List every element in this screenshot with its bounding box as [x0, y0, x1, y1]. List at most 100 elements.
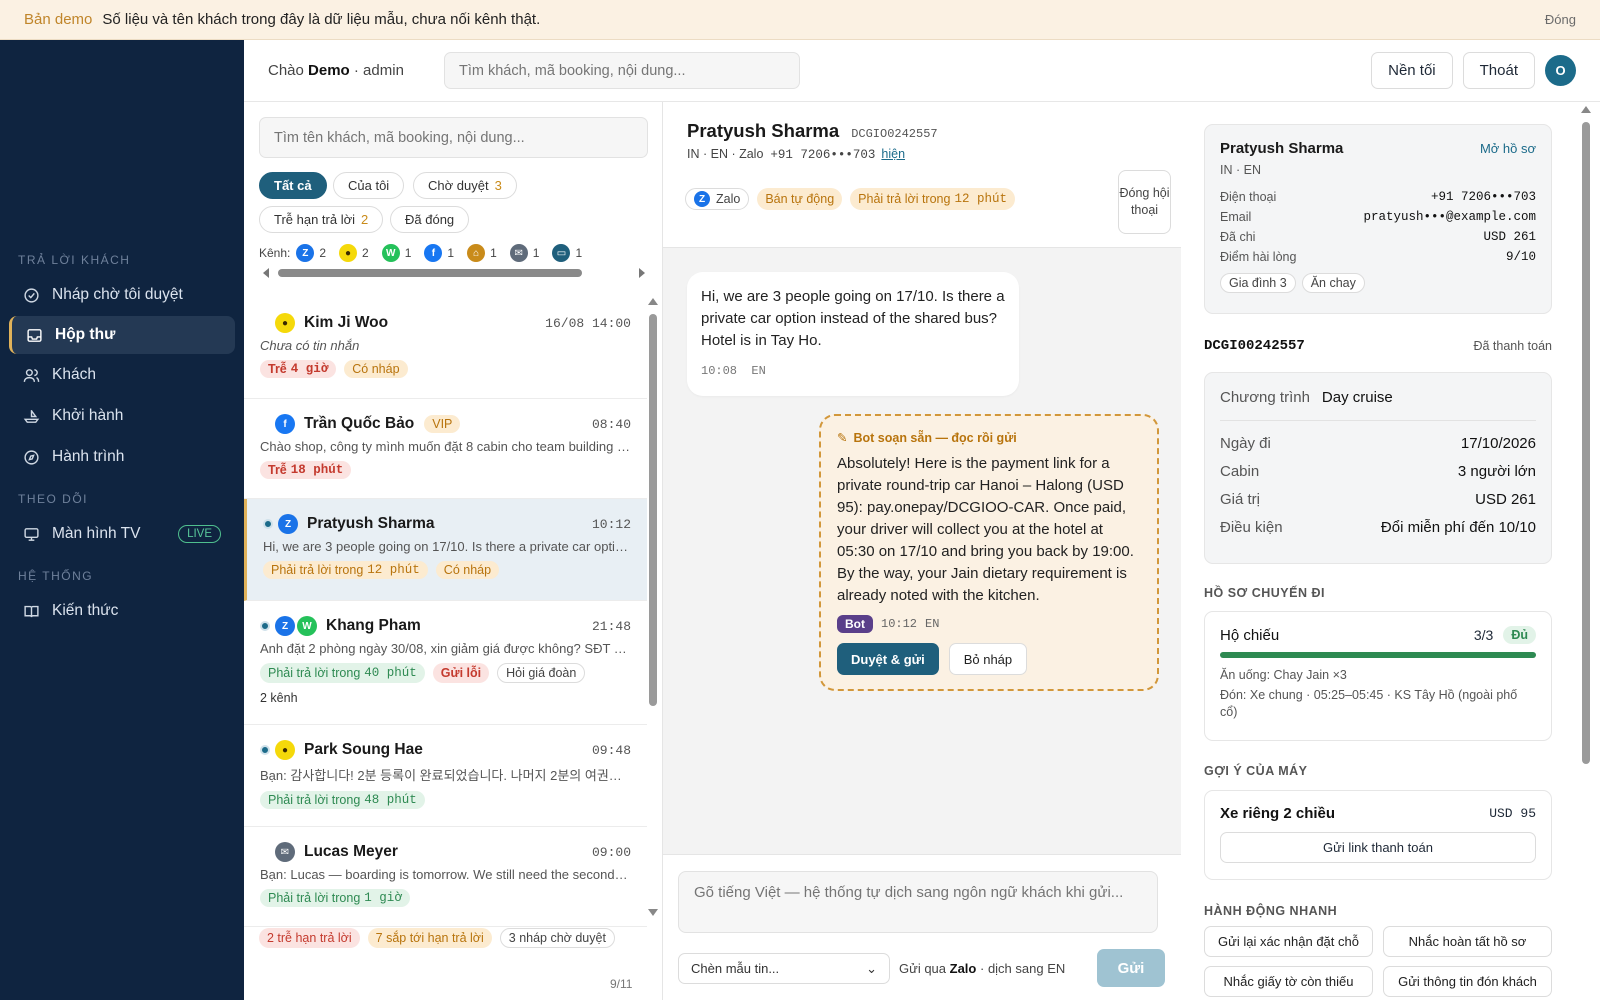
- quick-actions-title: HÀNH ĐỘNG NHANH: [1204, 904, 1338, 918]
- sidebar-item-customers[interactable]: Khách: [9, 356, 235, 394]
- demo-message: Số liệu và tên khách trong đây là dữ liệ…: [102, 11, 541, 28]
- channel-filter-web[interactable]: ▭ 1: [552, 244, 582, 262]
- discard-draft-button[interactable]: Bỏ nháp: [948, 643, 1028, 675]
- filter-all[interactable]: Tất cả: [259, 172, 327, 199]
- profile-fields: Điện thoại +91 7206•••703 Email pratyush•••…: [1220, 187, 1536, 267]
- show-phone-link[interactable]: hiện: [881, 147, 905, 161]
- profile-name: Pratyush Sharma: [1220, 140, 1344, 157]
- send-payment-link-button[interactable]: Gửi link thanh toán: [1220, 832, 1536, 863]
- chat-subinfo: IN · EN · Zalo +91 7206•••703 hiện: [687, 147, 906, 162]
- profile-tag: Ăn chay: [1301, 273, 1365, 293]
- zalo-icon: Z: [694, 191, 710, 207]
- pickup-info-button[interactable]: Gửi thông tin đón khách: [1383, 966, 1552, 997]
- summary-badge[interactable]: 3 nháp chờ duyệt: [499, 928, 615, 948]
- sidebar-item-knowledge[interactable]: Kiến thức: [9, 592, 235, 630]
- conversation-item[interactable]: ● Kim Ji Woo 16/08 14:00 Chưa có tin nhắn Tr…: [244, 298, 647, 399]
- kakaotalk-icon: ●: [275, 313, 295, 333]
- channel-filter-whatsapp[interactable]: W1: [381, 244, 411, 262]
- payment-status: Đã thanh toán: [1473, 339, 1552, 353]
- sidebar-item-drafts[interactable]: Nháp chờ tôi duyệt: [9, 276, 235, 314]
- vip-badge: VIP: [424, 415, 461, 433]
- conversation-item[interactable]: f Trần Quốc Bảo VIP 08:40 Chào shop, công ty…: [244, 399, 647, 499]
- avatar[interactable]: O: [1545, 55, 1576, 86]
- list-scrollbar[interactable]: [648, 298, 658, 916]
- status-badge: Phải trả lời trong 1 giờ: [260, 889, 410, 907]
- send-button[interactable]: Gửi: [1097, 949, 1165, 987]
- sidebar-item-departures[interactable]: Khởi hành: [9, 397, 235, 435]
- summary-badge[interactable]: 2 trễ hạn trả lời: [259, 928, 360, 948]
- sidebar-item-tv-screen[interactable]: Màn hình TV LIVE: [9, 515, 235, 553]
- unread-dot: [260, 745, 270, 755]
- dark-mode-button[interactable]: Nền tối: [1371, 52, 1453, 89]
- status-badge: Hỏi giá đoàn: [497, 663, 586, 683]
- compass-icon: [24, 449, 39, 465]
- remind-documents-button[interactable]: Nhắc hoàn tất hồ sơ: [1383, 926, 1552, 957]
- channel-filter-home[interactable]: ⌂ 1: [467, 244, 497, 262]
- sidebar-item-label: Hộp thư: [55, 326, 116, 343]
- approve-send-button[interactable]: Duyệt & gửi: [837, 643, 939, 675]
- global-search-input[interactable]: [444, 52, 800, 89]
- unread-dot: [263, 519, 273, 529]
- message-input[interactable]: [678, 871, 1158, 933]
- conversation-item[interactable]: Z Pratyush Sharma 10:12 Hi, we are 3 people…: [244, 499, 647, 601]
- filter-mine[interactable]: Của tôi: [333, 172, 405, 199]
- profile-tag: Gia đình 3: [1220, 273, 1296, 293]
- trip-section-title: HỒ SƠ CHUYẾN ĐI: [1204, 586, 1325, 600]
- status-badge: Phải trả lời trong 48 phút: [260, 791, 425, 809]
- booking-field: Điều kiện Đổi miễn phí đến 10/10: [1220, 518, 1536, 536]
- inbox-icon: [27, 328, 42, 342]
- bot-badge: Bot: [837, 615, 873, 633]
- channel-scrollbar[interactable]: [259, 266, 649, 280]
- top-header: Chào Demo · admin Nền tối Thoát O: [244, 40, 1600, 102]
- conversation-search-input[interactable]: [259, 117, 648, 158]
- open-profile-link[interactable]: Mở hồ sơ: [1480, 141, 1536, 156]
- filter-closed[interactable]: Đã đóng: [390, 206, 470, 233]
- sidebar-item-itineraries[interactable]: Hành trình: [9, 438, 235, 476]
- zalo-icon: Z: [275, 616, 295, 636]
- conversation-item[interactable]: ● Park Soung Hae 09:48 Bạn: 감사합니다! 2분 등록이 완…: [244, 725, 647, 827]
- resend-confirmation-button[interactable]: Gửi lại xác nhận đặt chỗ: [1204, 926, 1373, 957]
- live-badge: LIVE: [178, 525, 221, 543]
- status-badge: Phải trả lời trong 40 phút: [260, 663, 425, 683]
- banner-close-button[interactable]: Đóng: [1545, 12, 1576, 27]
- sidebar-item-inbox[interactable]: Hộp thư: [9, 316, 235, 354]
- channel-filter-facebook[interactable]: f1: [424, 244, 454, 262]
- close-conversation-button[interactable]: Đóng hội thoại: [1118, 170, 1171, 234]
- logout-button[interactable]: Thoát: [1462, 52, 1535, 89]
- zalo-icon: Z: [278, 514, 298, 534]
- sidebar-item-label: Hành trình: [52, 448, 125, 465]
- check-circle-icon: [24, 287, 39, 303]
- booking-field: Cabin 3 người lớn: [1220, 462, 1536, 480]
- summary-badge[interactable]: 7 sắp tới hạn trả lời: [367, 928, 492, 948]
- list-summary: 2 trễ hạn trả lời 7 sắp tới hạn trả lời 3 …: [259, 928, 649, 948]
- status-badge: Có nháp: [435, 561, 500, 579]
- channel-filter-kakaotalk[interactable]: ● 2: [339, 244, 369, 262]
- passport-progress: [1220, 652, 1536, 658]
- bot-draft-message: ✎ Bot soạn sẵn — đọc rồi gửi Absolutely! …: [819, 414, 1159, 691]
- trip-card: Hộ chiếu 3/3 Đủ Ăn uống: Chay Jain ×3 Đó…: [1204, 611, 1552, 741]
- sidebar-section-title: TRẢ LỜI KHÁCH: [18, 253, 131, 267]
- book-icon: [24, 605, 39, 617]
- filter-overdue[interactable]: Trễ hạn trả lời 2: [259, 206, 384, 233]
- sidebar-section-title: THEO DÕI: [18, 492, 89, 506]
- profile-field: Điện thoại +91 7206•••703: [1220, 190, 1536, 204]
- conversation-item[interactable]: Z W Khang Pham 21:48 Anh đặt 2 phòng ngày 30…: [244, 601, 647, 725]
- facebook-icon: f: [424, 244, 443, 262]
- detail-scrollbar[interactable]: [1581, 106, 1591, 996]
- status-badge: Có nháp: [344, 360, 408, 378]
- monitor-icon: [24, 527, 39, 541]
- booking-code: DCGIO0242557: [851, 127, 938, 141]
- page-indicator: 9/11: [610, 977, 633, 991]
- status-badge: Phải trả lời trong 12 phút: [263, 561, 428, 579]
- template-select[interactable]: Chèn mẫu tin... ⌄: [678, 953, 890, 984]
- channel-filter-email[interactable]: ✉ 1: [509, 244, 539, 262]
- reply-deadline-tag: Phải trả lời trong 12 phút: [850, 188, 1015, 210]
- channel-filter-zalo[interactable]: Z2: [296, 244, 326, 262]
- ship-icon: [23, 409, 40, 423]
- profile-field: Đã chi USD 261: [1220, 230, 1536, 244]
- missing-docs-button[interactable]: Nhắc giấy tờ còn thiếu: [1204, 966, 1373, 997]
- conversation-item[interactable]: ✉ Lucas Meyer 09:00 Bạn: Lucas — boarding i…: [244, 827, 647, 927]
- facebook-icon: f: [275, 414, 295, 434]
- unread-dot: [260, 621, 270, 631]
- filter-pending[interactable]: Chờ duyệt 3: [413, 172, 517, 199]
